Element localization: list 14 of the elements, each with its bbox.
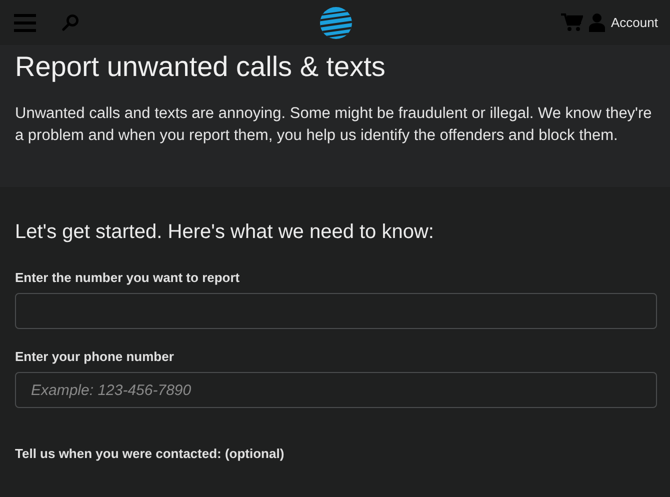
cart-icon[interactable] [561, 13, 584, 32]
page-title: Report unwanted calls & texts [15, 51, 386, 83]
account-link[interactable]: Account [611, 15, 658, 30]
form-heading: Let's get started. Here's what we need to know: [15, 221, 435, 244]
field-label: Enter the number you want to report [15, 270, 241, 285]
user-icon[interactable] [589, 13, 606, 32]
globe-logo [319, 6, 353, 40]
search-icon[interactable] [62, 14, 79, 31]
field-label: Tell us when you were contacted: (optional) [15, 446, 286, 461]
input-field[interactable] [15, 293, 657, 329]
input-field[interactable]: Example: 123-456-7890 [15, 372, 657, 408]
intro-paragraph: Unwanted calls and texts are annoying. Some might be fraudulent or illegal. We know they're a problem and when you report them, you help us identify the offenders and block them. [15, 104, 653, 146]
field-label: Enter your phone number [15, 349, 175, 364]
menu-icon[interactable] [14, 14, 36, 32]
